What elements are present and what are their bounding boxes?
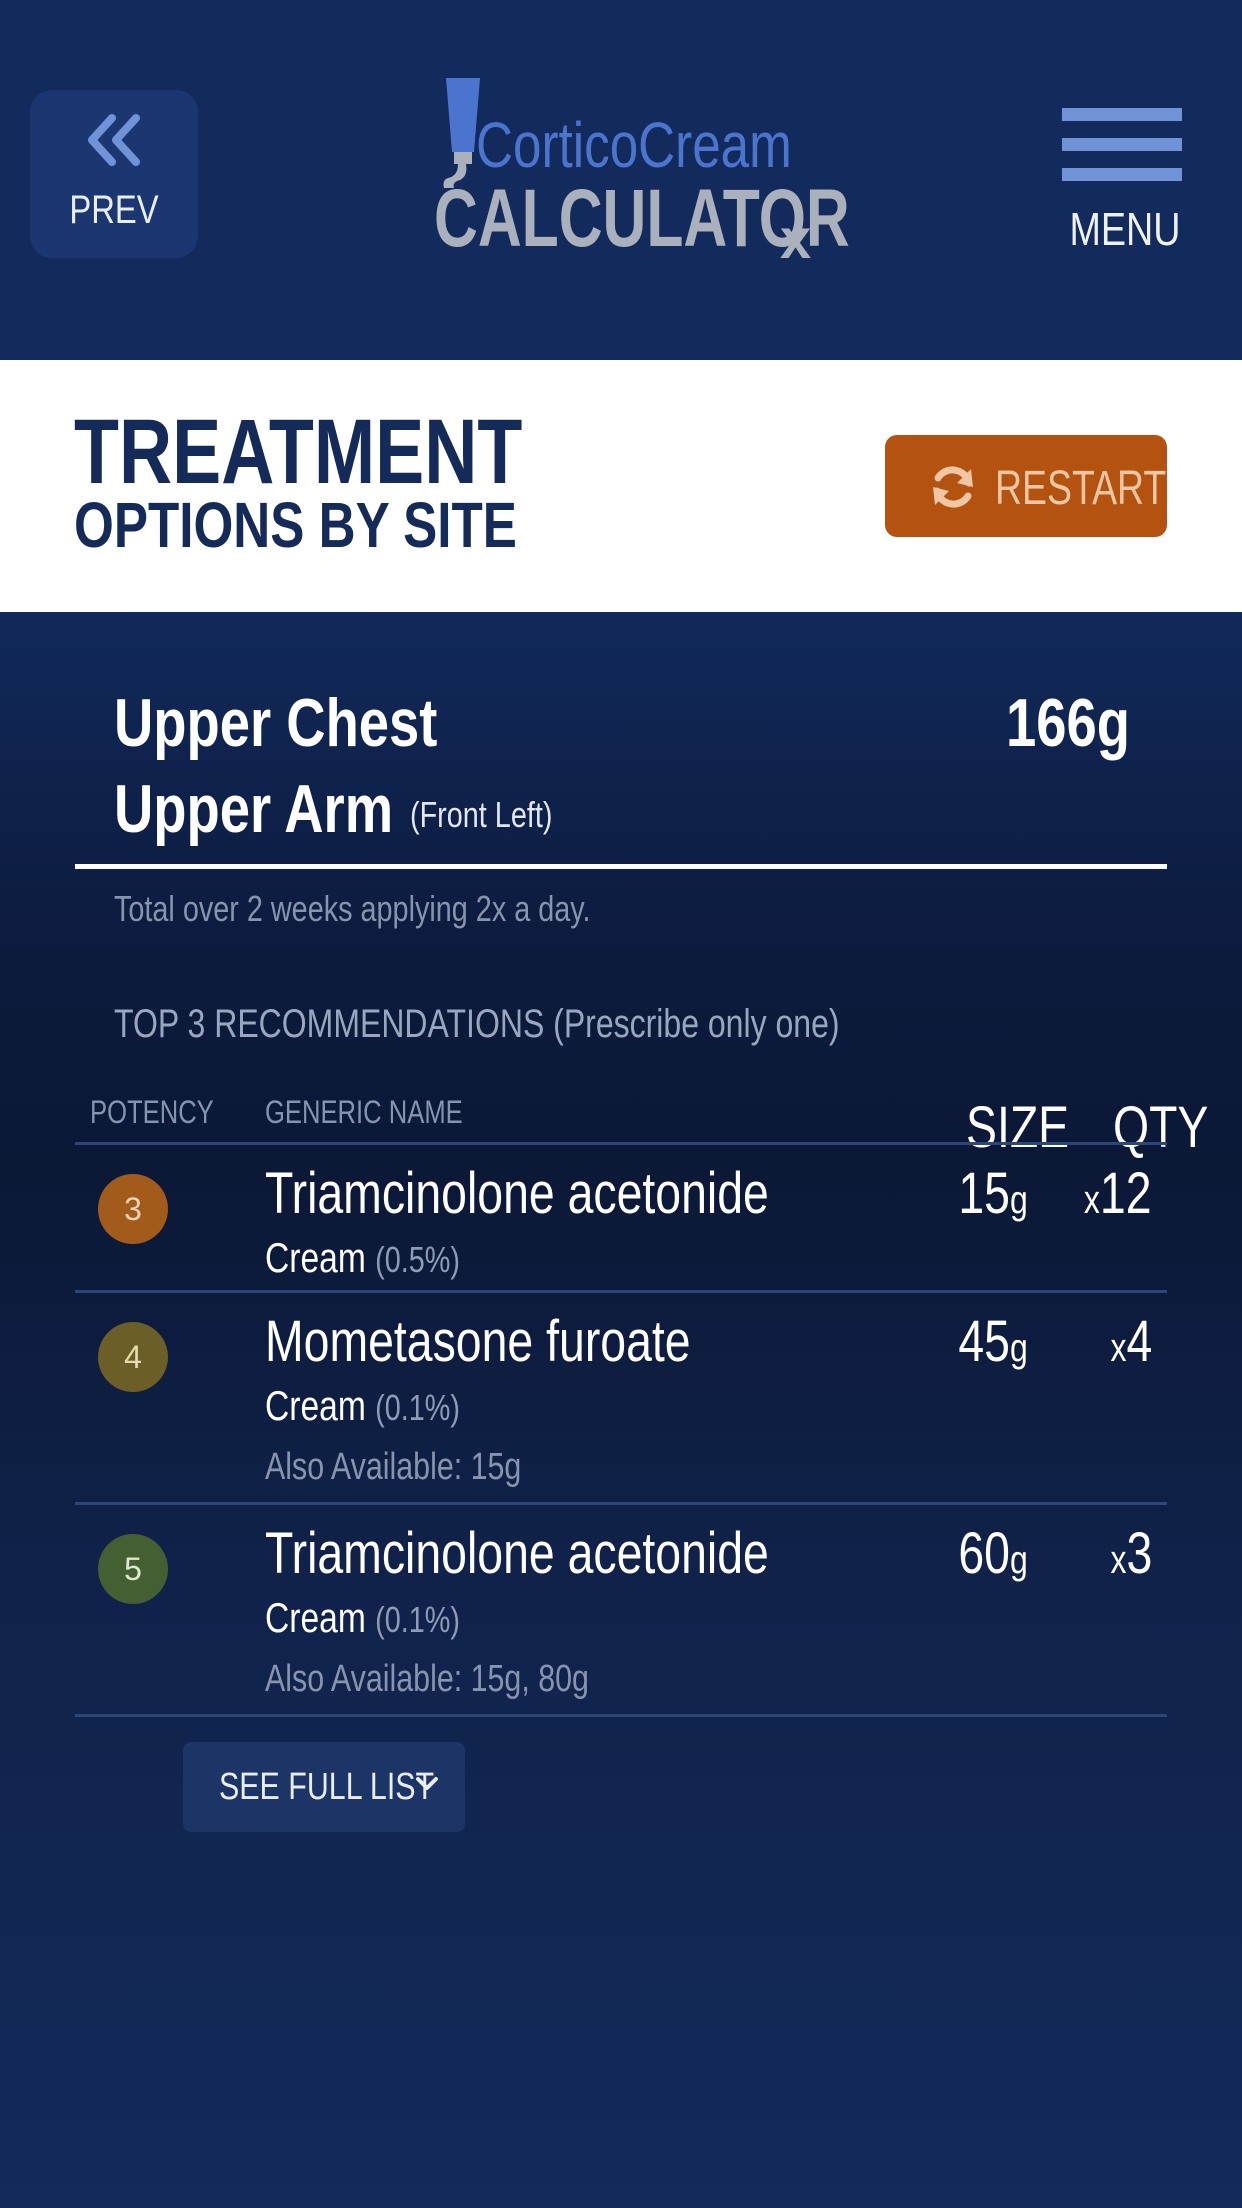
column-header-generic-name: GENERIC NAME (265, 1094, 463, 1130)
double-chevron-left-icon (30, 112, 198, 168)
chevron-down-icon (415, 1776, 439, 1797)
column-header-potency: POTENCY (90, 1094, 214, 1130)
quantity: x4 (1110, 1308, 1152, 1375)
prev-button[interactable]: PREV (30, 90, 198, 258)
tube-size: 15g (959, 1160, 1028, 1227)
see-full-list-button[interactable]: SEE FULL LIST (183, 1742, 465, 1832)
size-value: 60 (958, 1521, 1011, 1586)
see-full-list-label: SEE FULL LIST (219, 1766, 435, 1808)
menu-button[interactable]: MENU (1050, 104, 1200, 274)
tube-size: 60g (959, 1520, 1028, 1587)
qty-prefix: x (1084, 1178, 1101, 1222)
qty-value: 3 (1126, 1521, 1152, 1586)
restart-button[interactable]: RESTART (885, 435, 1167, 537)
app-header: PREV CorticoCream CALCULATOR x MENU (0, 0, 1242, 360)
qty-value: 4 (1126, 1309, 1152, 1374)
recommendations-title: TOP 3 RECOMMENDATIONS (Prescribe only on… (114, 1002, 840, 1046)
prev-label: PREV (69, 188, 159, 232)
formulation: Cream (0.1%) (265, 1382, 460, 1430)
concentration: (0.5%) (375, 1239, 460, 1280)
site-name-1: Upper Chest (114, 685, 438, 761)
concentration: (0.1%) (375, 1599, 460, 1640)
size-value: 45 (958, 1309, 1011, 1374)
site-name-2: Upper Arm (114, 771, 394, 847)
restart-label: RESTART (995, 462, 1167, 515)
summary-divider (75, 864, 1167, 869)
potency-badge: 5 (98, 1534, 168, 1604)
table-row: 5 Triamcinolone acetonide Cream (0.1%) A… (0, 1504, 1242, 1714)
potency-badge: 3 (98, 1174, 168, 1244)
form-type: Cream (265, 1594, 366, 1641)
menu-label: MENU (1069, 203, 1181, 255)
refresh-icon (929, 463, 977, 516)
table-row: 4 Mometasone furoate Cream (0.1%) Also A… (0, 1292, 1242, 1502)
qty-prefix: x (1110, 1326, 1127, 1370)
form-type: Cream (265, 1234, 366, 1281)
total-grams: 166g (1006, 685, 1130, 761)
logo-title: CorticoCream (476, 109, 792, 181)
potency-badge: 4 (98, 1322, 168, 1392)
generic-name: Triamcinolone acetonide (265, 1521, 769, 1586)
form-type: Cream (265, 1382, 366, 1429)
row-divider (75, 1714, 1167, 1717)
size-value: 15 (958, 1161, 1011, 1226)
app-logo: CorticoCream CALCULATOR x (432, 76, 850, 276)
formulation: Cream (0.1%) (265, 1594, 460, 1642)
quantity: x12 (1084, 1160, 1152, 1227)
title-band: TREATMENT OPTIONS BY SITE RESTART (0, 360, 1242, 612)
qty-value: 12 (1100, 1161, 1152, 1226)
generic-name: Triamcinolone acetonide (265, 1161, 769, 1226)
also-available: Also Available: 15g, 80g (265, 1658, 589, 1700)
generic-name: Mometasone furoate (265, 1309, 691, 1374)
size-unit: g (1010, 1538, 1028, 1582)
size-unit: g (1010, 1178, 1028, 1222)
concentration: (0.1%) (375, 1387, 460, 1428)
app-screen: PREV CorticoCream CALCULATOR x MENU TREA… (0, 0, 1242, 2208)
qty-prefix: x (1110, 1538, 1127, 1582)
site-detail: (Front Left) (410, 794, 553, 835)
size-unit: g (1010, 1326, 1028, 1370)
quantity: x3 (1110, 1520, 1152, 1587)
tube-size: 45g (959, 1308, 1028, 1375)
results-panel: Upper Chest Upper Arm (Front Left) 166g … (0, 612, 1242, 2208)
formulation: Cream (0.5%) (265, 1234, 460, 1282)
dosage-note: Total over 2 weeks applying 2x a day. (114, 888, 591, 929)
also-available: Also Available: 15g (265, 1446, 522, 1488)
logo-rx: x (780, 207, 812, 270)
table-row: 3 Triamcinolone acetonide Cream (0.5%) 1… (0, 1144, 1242, 1290)
page-subtitle: OPTIONS BY SITE (74, 489, 517, 561)
